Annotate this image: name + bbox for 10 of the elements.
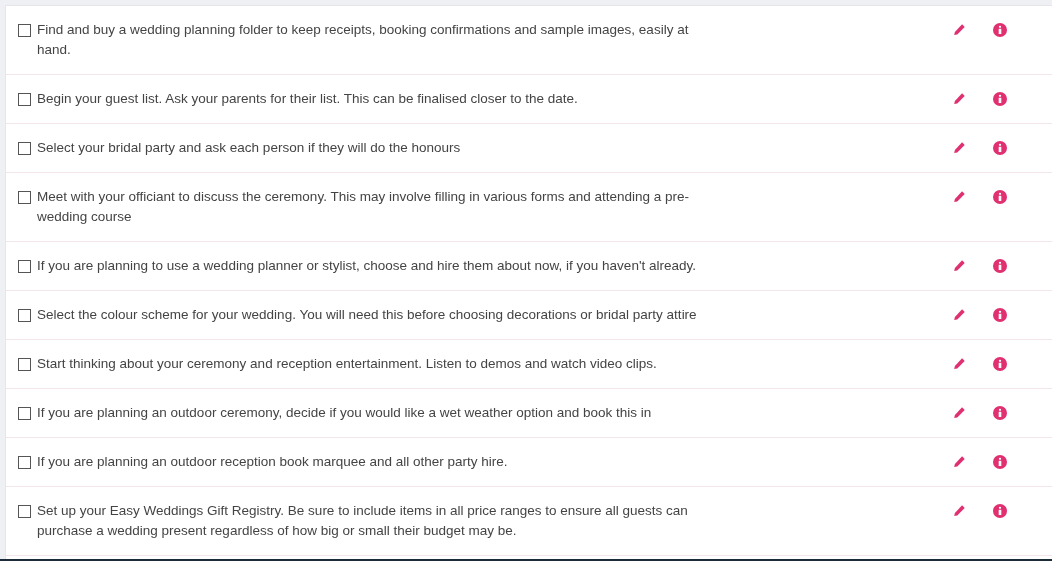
task-text: If you are planning an outdoor reception book marquee and all other party hire. — [37, 453, 509, 471]
task-text: Begin your guest list. Ask your parents for their list. This can be finalised closer to the date. — [37, 90, 579, 108]
task-text: Select your bridal party and ask each person if they will do the honours — [37, 139, 462, 157]
task-text: Set up your Easy Weddings Gift Registry. Be sure to include items in all price ranges to ensure all guests can purchase a wedding present regardless of how big or small their budget may be. — [37, 502, 689, 540]
task-text: Meet with your officiant to discuss the ceremony. This may involve filling in various forms and attending a pre-wedding course — [37, 188, 691, 226]
task-text: Find and buy a wedding planning folder to keep receipts, booking confirmations and sample images, easily at hand. — [37, 21, 690, 59]
task-text: If you are planning to use a wedding planner or stylist, choose and hire them about now, if you haven't already. — [37, 257, 697, 275]
task-text: If you are planning an outdoor ceremony, decide if you would like a wet weather option and book this in — [37, 404, 653, 422]
task-text: Select the colour scheme for your wedding. You will need this before choosing decorations or bridal party attire — [37, 306, 698, 324]
task-text: Start thinking about your ceremony and reception entertainment. Listen to demos and watch video clips. — [37, 355, 658, 373]
